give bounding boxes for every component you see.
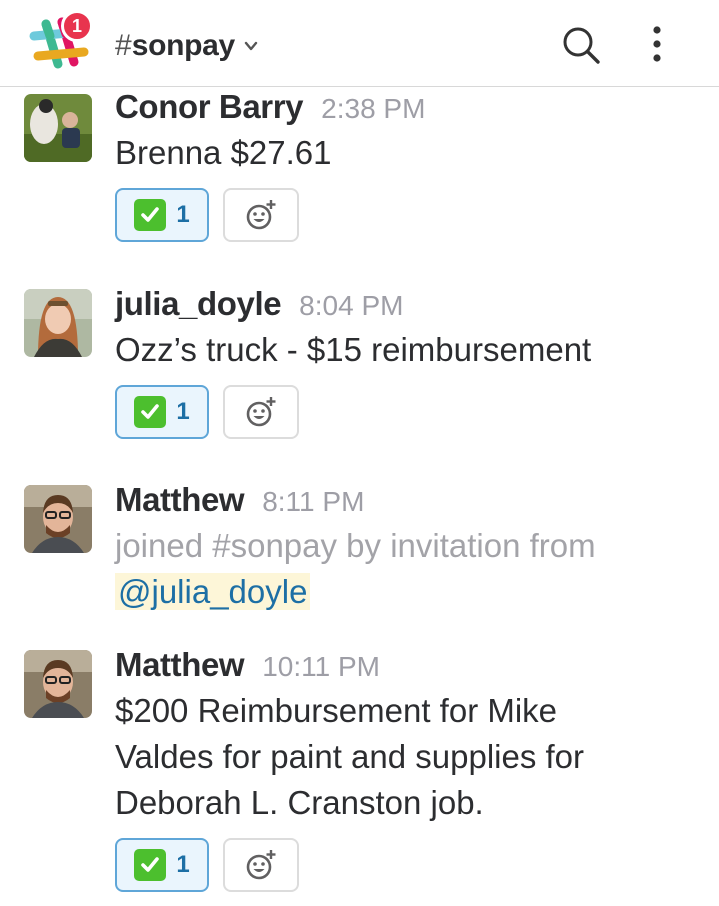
avatar[interactable] [24, 650, 92, 718]
channel-header: 1 # sonpay [0, 0, 719, 87]
message-text-line: $200 Reimbursement for Mike [115, 692, 558, 729]
message-author[interactable]: julia_doyle [115, 285, 282, 323]
add-reaction-button[interactable] [223, 188, 299, 242]
message-author[interactable]: Conor Barry [115, 88, 304, 126]
system-message-text: joined #sonpay by invitation from [115, 527, 596, 564]
notification-badge: 1 [61, 10, 93, 42]
message-author[interactable]: Matthew [115, 646, 245, 684]
message-text-line: Deborah L. Cranston job. [115, 784, 484, 821]
message-timestamp: 10:11 PM [262, 651, 380, 682]
search-icon[interactable] [561, 25, 601, 65]
reaction-check[interactable]: 1 [115, 188, 209, 242]
channel-hash: # [115, 29, 132, 62]
reaction-check[interactable]: 1 [115, 385, 209, 439]
message-timestamp: 2:38 PM [321, 93, 426, 124]
message-timestamp: 8:11 PM [262, 486, 365, 517]
channel-switcher[interactable]: # sonpay [115, 26, 259, 66]
white-check-mark-icon [134, 849, 167, 881]
avatar[interactable] [24, 94, 92, 162]
reaction-check[interactable]: 1 [115, 838, 209, 892]
add-reaction-button[interactable] [223, 385, 299, 439]
message-text-line: Valdes for paint and supplies for [115, 738, 585, 775]
more-options-icon[interactable] [645, 24, 669, 64]
avatar[interactable] [24, 485, 92, 553]
message-text: Brenna $27.61 [115, 134, 332, 171]
add-reaction-button[interactable] [223, 838, 299, 892]
message-timestamp: 8:04 PM [299, 290, 404, 321]
reaction-count: 1 [176, 851, 190, 878]
chevron-down-icon [244, 41, 258, 51]
white-check-mark-icon [134, 199, 167, 231]
message-author[interactable]: Matthew [115, 481, 245, 519]
reaction-count: 1 [176, 201, 190, 228]
add-emoji-icon [246, 397, 276, 427]
add-emoji-icon [246, 850, 276, 880]
reaction-count: 1 [176, 398, 190, 425]
reactions-bar: 1 [115, 838, 699, 892]
channel-name: sonpay [131, 29, 236, 62]
reactions-bar: 1 [115, 188, 699, 242]
add-emoji-icon [246, 200, 276, 230]
reactions-bar: 1 [115, 385, 699, 439]
message-text: Ozz’s truck - $15 reimbursement [115, 331, 592, 368]
white-check-mark-icon [134, 396, 167, 428]
user-mention[interactable]: @julia_doyle [115, 573, 311, 610]
avatar[interactable] [24, 289, 92, 357]
